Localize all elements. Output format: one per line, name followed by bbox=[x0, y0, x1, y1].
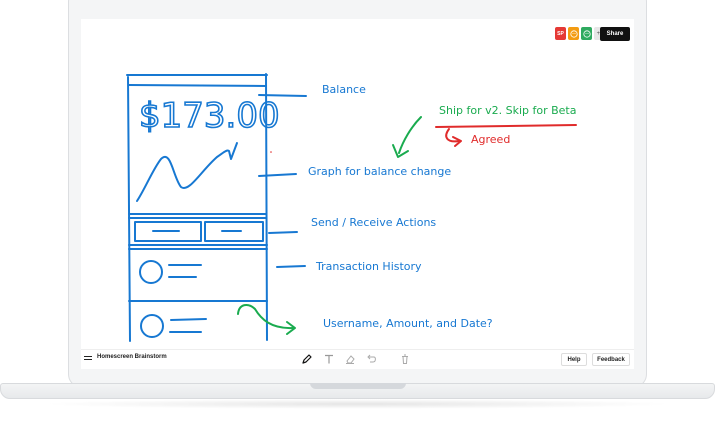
balance-amount: $173.00 bbox=[139, 96, 280, 136]
avatar-initials: SP bbox=[557, 30, 564, 37]
red-dot bbox=[270, 151, 272, 153]
board-title: Homescreen Brainstorm bbox=[97, 354, 167, 360]
share-button[interactable]: Share bbox=[600, 27, 630, 41]
menu-icon[interactable] bbox=[84, 356, 92, 363]
avatar-face-icon bbox=[569, 29, 578, 38]
text-icon[interactable] bbox=[323, 353, 335, 365]
avatar[interactable] bbox=[568, 27, 579, 40]
avatar-face-icon bbox=[582, 29, 591, 38]
trash-icon[interactable] bbox=[399, 353, 411, 365]
annotation-agreed: Agreed bbox=[471, 133, 511, 146]
avatar[interactable] bbox=[581, 27, 592, 40]
annotation-history: Transaction History bbox=[316, 260, 422, 273]
eraser-icon[interactable] bbox=[344, 353, 356, 365]
bottom-toolbar: Homescreen Brainstorm Help Feedback bbox=[81, 349, 634, 369]
annotation-details: Username, Amount, and Date? bbox=[323, 317, 493, 330]
help-button[interactable]: Help bbox=[561, 353, 587, 366]
collaborator-avatars: SP +3 bbox=[555, 27, 606, 40]
whiteboard-screen: $173.00 Balance Graph for balance change… bbox=[81, 19, 634, 369]
balance-graph-sketch bbox=[136, 142, 238, 202]
pencil-icon[interactable] bbox=[301, 353, 313, 365]
undo-icon[interactable] bbox=[365, 353, 377, 365]
laptop-notch bbox=[310, 383, 406, 389]
annotation-ship-note: Ship for v2. Skip for Beta bbox=[439, 104, 577, 117]
feedback-button[interactable]: Feedback bbox=[592, 353, 630, 366]
avatar[interactable]: SP bbox=[555, 27, 566, 40]
annotation-graph: Graph for balance change bbox=[308, 165, 452, 178]
annotation-balance: Balance bbox=[322, 83, 366, 96]
annotation-actions: Send / Receive Actions bbox=[311, 216, 437, 229]
laptop-shadow bbox=[40, 399, 675, 409]
